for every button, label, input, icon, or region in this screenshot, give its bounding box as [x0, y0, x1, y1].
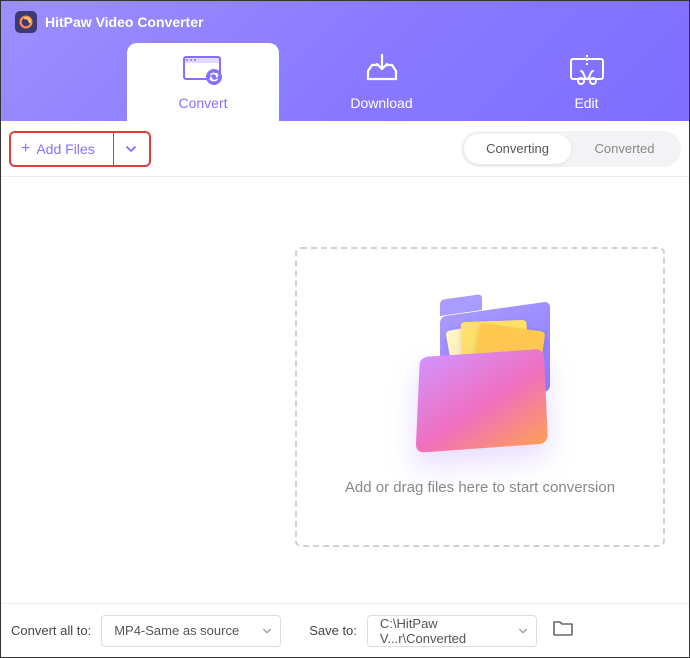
add-files-button[interactable]: + Add Files [11, 133, 113, 165]
tab-edit-label: Edit [574, 95, 598, 111]
chevron-down-icon [262, 626, 272, 636]
add-files-label: Add Files [36, 141, 94, 157]
footer: Convert all to: MP4-Same as source Save … [1, 603, 689, 657]
app-title: HitPaw Video Converter [45, 14, 203, 30]
add-files-dropdown[interactable] [113, 133, 149, 165]
app-logo-icon [15, 11, 37, 33]
add-files-group: + Add Files [9, 131, 151, 167]
segment-converted[interactable]: Converted [571, 134, 678, 164]
plus-icon: + [21, 140, 30, 158]
download-icon [362, 53, 402, 87]
save-path-value: C:\HitPaw V...r\Converted [380, 616, 508, 646]
format-select[interactable]: MP4-Same as source [101, 615, 281, 647]
tab-edit[interactable]: Edit [484, 43, 689, 121]
chevron-down-icon [518, 626, 528, 636]
save-to-label: Save to: [309, 623, 357, 638]
tab-download-label: Download [350, 95, 412, 111]
toolbar: + Add Files Converting Converted [1, 121, 689, 177]
conversion-status-segmented: Converting Converted [461, 131, 681, 167]
convert-icon [180, 53, 226, 87]
tab-convert-label: Convert [178, 95, 227, 111]
format-value: MP4-Same as source [114, 623, 239, 638]
save-path-select[interactable]: C:\HitPaw V...r\Converted [367, 615, 537, 647]
convert-all-label: Convert all to: [11, 623, 91, 638]
content-area: Add or drag files here to start conversi… [1, 177, 689, 655]
chevron-down-icon [125, 143, 137, 155]
folder-icon [552, 619, 574, 642]
main-tabs: Convert Download [1, 43, 689, 121]
edit-icon [567, 53, 607, 87]
tab-download[interactable]: Download [279, 43, 484, 121]
header: HitPaw Video Converter Convert [1, 1, 689, 121]
title-bar: HitPaw Video Converter [1, 1, 689, 43]
folder-icon [400, 299, 560, 449]
segment-converting[interactable]: Converting [464, 134, 571, 164]
open-folder-button[interactable] [547, 618, 579, 644]
tab-convert[interactable]: Convert [127, 43, 279, 121]
dropzone[interactable]: Add or drag files here to start conversi… [295, 247, 665, 547]
dropzone-hint: Add or drag files here to start conversi… [345, 479, 615, 496]
